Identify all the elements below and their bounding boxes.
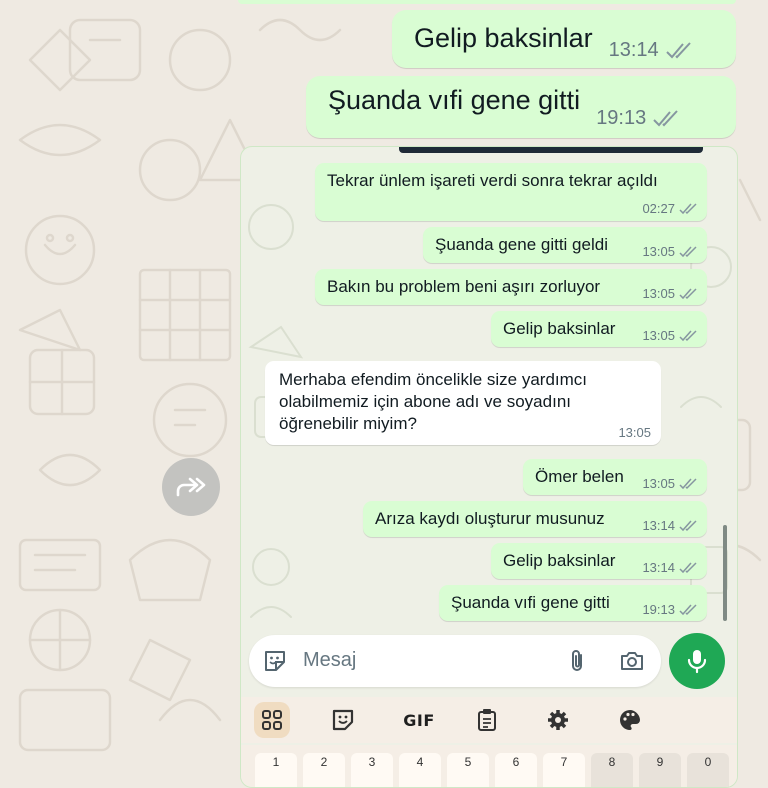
double-check-icon bbox=[679, 603, 697, 615]
message-meta: 13:14 bbox=[642, 560, 699, 575]
message-line: olabilmemiz için abone adı ve soyadını bbox=[279, 392, 571, 411]
gif-button[interactable]: GIF bbox=[397, 702, 441, 738]
emoji-sticker-icon[interactable] bbox=[261, 647, 289, 675]
key-8[interactable]: 8 bbox=[591, 753, 633, 787]
message-text: Merhaba efendim öncelikle size yardımcı … bbox=[279, 369, 587, 435]
double-check-icon bbox=[679, 519, 697, 531]
mic-button[interactable] bbox=[669, 633, 725, 689]
key-0[interactable]: 0 bbox=[687, 753, 729, 787]
double-check-icon bbox=[679, 477, 697, 489]
message-meta: 13:05 bbox=[642, 286, 699, 301]
double-check-icon bbox=[665, 41, 691, 58]
double-check-icon bbox=[679, 329, 697, 341]
message-text: Gelip baksinlar bbox=[503, 551, 616, 570]
key-9[interactable]: 9 bbox=[639, 753, 681, 787]
message-time: 13:05 bbox=[618, 425, 651, 440]
shared-screenshot[interactable]: Tekrar ünlem işareti verdi sonra tekrar … bbox=[240, 146, 738, 788]
double-check-icon bbox=[679, 202, 697, 214]
double-check-icon bbox=[679, 245, 697, 257]
message-time: 13:05 bbox=[642, 244, 675, 259]
message-placeholder: Mesaj bbox=[303, 649, 357, 671]
message-meta: 13:05 bbox=[642, 328, 699, 343]
message-time: 19:13 bbox=[642, 602, 675, 617]
outgoing-message[interactable]: Ömer belen 13:05 bbox=[523, 459, 707, 495]
settings-icon[interactable] bbox=[540, 702, 576, 738]
outgoing-message[interactable]: Gelip baksinlar 13:14 bbox=[491, 543, 707, 579]
message-time: 19:13 bbox=[596, 107, 647, 129]
message-input[interactable]: Mesaj bbox=[249, 635, 661, 687]
message-text: Gelip baksinlar bbox=[414, 23, 593, 53]
double-check-icon bbox=[679, 561, 697, 573]
key-4[interactable]: 4 bbox=[399, 753, 441, 787]
message-time: 02:27 bbox=[642, 201, 675, 216]
outgoing-message[interactable]: Bakın bu problem beni aşırı zorluyor 13:… bbox=[315, 269, 707, 305]
keyboard-number-row: 1 2 3 4 5 6 7 8 9 0 bbox=[241, 745, 737, 787]
outgoing-message[interactable]: Şuanda vıfi gene gitti 19:13 bbox=[439, 585, 707, 621]
outgoing-message[interactable]: Şuanda vıfi gene gitti 19:13 bbox=[306, 76, 736, 138]
attach-icon[interactable] bbox=[563, 647, 591, 675]
message-meta: 19:13 bbox=[642, 602, 699, 617]
message-line: öğrenebilir miyim? bbox=[279, 414, 417, 433]
apps-icon[interactable] bbox=[254, 702, 290, 738]
message-text: Tekrar ünlem işareti verdi sonra tekrar … bbox=[327, 171, 658, 190]
message-time: 13:14 bbox=[642, 560, 675, 575]
outgoing-message[interactable]: Gelip baksinlar 13:05 bbox=[491, 311, 707, 347]
screenshot-top-edge bbox=[399, 147, 703, 153]
forward-button[interactable] bbox=[162, 458, 220, 516]
gif-label: GIF bbox=[403, 710, 435, 730]
message-text: Bakın bu problem beni aşırı zorluyor bbox=[327, 277, 601, 296]
message-time: 13:05 bbox=[642, 476, 675, 491]
message-text: Şuanda vıfi gene gitti bbox=[328, 85, 581, 115]
message-time: 13:14 bbox=[608, 39, 659, 61]
sticker-icon[interactable] bbox=[325, 702, 361, 738]
outgoing-message[interactable]: Arıza kaydı oluşturur musunuz 13:14 bbox=[363, 501, 707, 537]
message-line: Merhaba efendim öncelikle size yardımcı bbox=[279, 370, 588, 389]
message-meta: 13:14 bbox=[642, 518, 699, 533]
key-2[interactable]: 2 bbox=[303, 753, 345, 787]
message-time: 13:05 bbox=[642, 328, 675, 343]
previous-message-bubble-edge bbox=[238, 0, 736, 4]
clipboard-icon[interactable] bbox=[469, 702, 505, 738]
message-text: Arıza kaydı oluşturur musunuz bbox=[375, 509, 605, 528]
outgoing-message[interactable]: Gelip baksinlar 13:14 bbox=[392, 10, 736, 68]
message-time: 13:05 bbox=[642, 286, 675, 301]
message-meta: 13:05 bbox=[642, 476, 699, 491]
message-meta: 13:05 bbox=[642, 244, 699, 259]
double-check-icon bbox=[679, 287, 697, 299]
message-meta: 19:13 bbox=[596, 107, 682, 130]
message-text: Gelip baksinlar bbox=[503, 319, 616, 338]
forward-icon bbox=[176, 477, 206, 497]
key-6[interactable]: 6 bbox=[495, 753, 537, 787]
message-meta: 13:14 bbox=[609, 39, 695, 62]
message-text: Şuanda vıfi gene gitti bbox=[451, 593, 610, 612]
key-3[interactable]: 3 bbox=[351, 753, 393, 787]
message-composer: Mesaj bbox=[249, 633, 729, 691]
camera-icon[interactable] bbox=[617, 647, 647, 675]
palette-icon[interactable] bbox=[612, 702, 648, 738]
microphone-icon bbox=[687, 650, 707, 674]
key-7[interactable]: 7 bbox=[543, 753, 585, 787]
key-1[interactable]: 1 bbox=[255, 753, 297, 787]
key-5[interactable]: 5 bbox=[447, 753, 489, 787]
outgoing-message[interactable]: Şuanda gene gitti geldi 13:05 bbox=[423, 227, 707, 263]
message-meta: 02:27 bbox=[642, 201, 699, 216]
outgoing-message[interactable]: Tekrar ünlem işareti verdi sonra tekrar … bbox=[315, 163, 707, 221]
message-time: 13:14 bbox=[642, 518, 675, 533]
message-text: Şuanda gene gitti geldi bbox=[435, 235, 608, 254]
scrollbar[interactable] bbox=[723, 525, 727, 621]
incoming-message[interactable]: Merhaba efendim öncelikle size yardımcı … bbox=[265, 361, 661, 445]
message-text: Ömer belen bbox=[535, 467, 624, 486]
double-check-icon bbox=[653, 109, 678, 126]
keyboard-toolbar: GIF bbox=[241, 697, 737, 743]
